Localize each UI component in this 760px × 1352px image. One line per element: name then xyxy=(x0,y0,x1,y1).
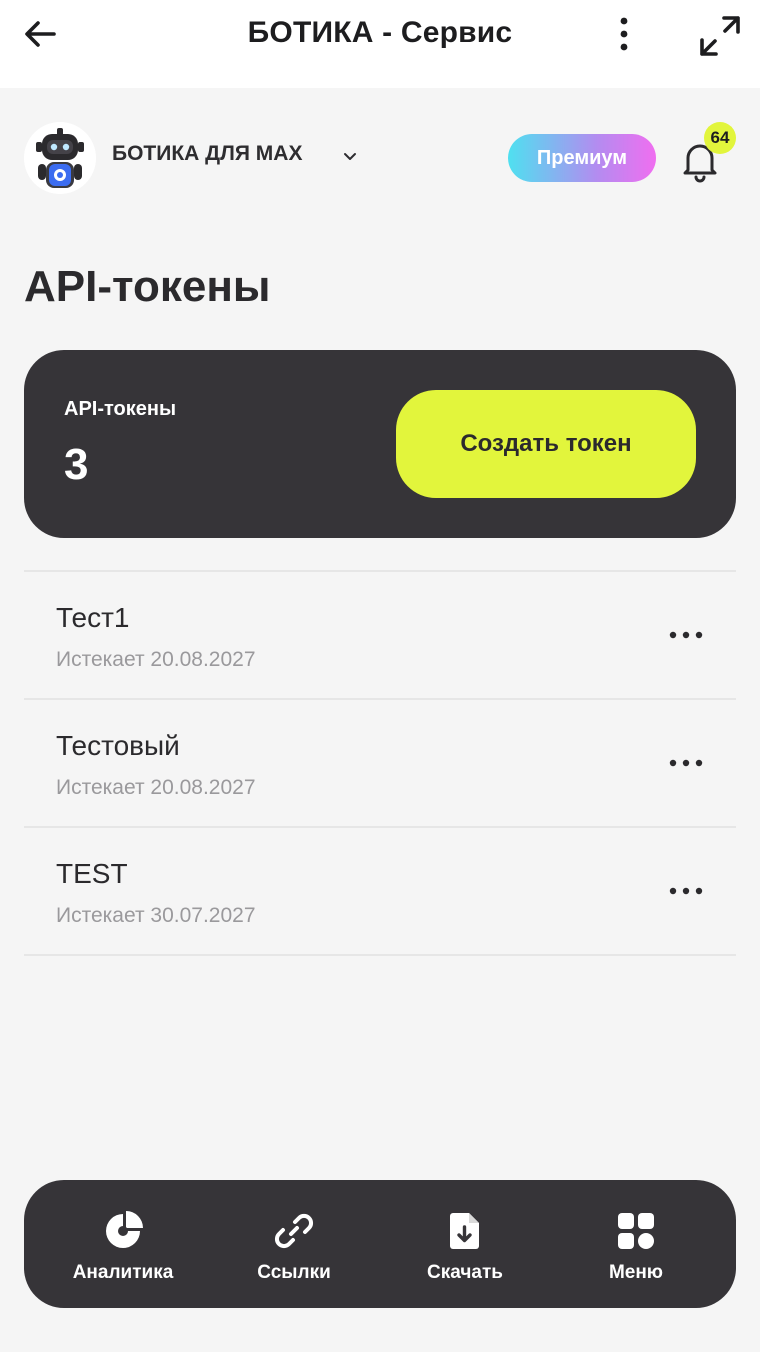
nav-item-analytics[interactable]: Аналитика xyxy=(38,1210,208,1286)
avatar[interactable] xyxy=(24,122,96,194)
page-title: API-токены xyxy=(24,262,271,311)
tokens-summary-label: API-токены xyxy=(64,398,177,420)
account-name[interactable]: БОТИКА ДЛЯ MAX xyxy=(112,142,302,166)
token-expiry: Истекает 30.07.2027 xyxy=(56,904,256,927)
list-item[interactable]: Тест1 Истекает 20.08.2027 xyxy=(24,572,736,700)
more-horizontal-icon[interactable] xyxy=(664,622,708,648)
token-expiry: Истекает 20.08.2027 xyxy=(56,648,256,671)
grid-menu-icon xyxy=(551,1210,721,1252)
top-bar: БОТИКА - Сервис xyxy=(0,0,760,88)
nav-label-download: Скачать xyxy=(427,1262,503,1283)
expand-icon[interactable] xyxy=(698,14,742,58)
premium-badge[interactable]: Премиум xyxy=(508,134,656,182)
token-expiry: Истекает 20.08.2027 xyxy=(56,776,256,799)
create-token-button[interactable]: Создать токен xyxy=(396,390,696,498)
token-name: Тестовый xyxy=(56,730,180,761)
chevron-down-icon[interactable] xyxy=(342,148,358,164)
nav-label-links: Ссылки xyxy=(257,1262,331,1283)
nav-label-menu: Меню xyxy=(608,1262,664,1283)
notification-count-badge: 64 xyxy=(704,122,736,154)
list-item[interactable]: TEST Истекает 30.07.2027 xyxy=(24,828,736,956)
nav-item-menu[interactable]: Меню xyxy=(551,1210,721,1286)
nav-item-download[interactable]: Скачать xyxy=(380,1210,550,1286)
bottom-nav: Аналитика Ссылки Скачать Меню xyxy=(24,1180,736,1308)
more-vertical-icon[interactable] xyxy=(606,14,642,54)
tokens-summary-card: API-токены 3 Создать токен xyxy=(24,350,736,538)
account-row: БОТИКА ДЛЯ MAX Премиум 64 xyxy=(24,122,736,194)
download-file-icon xyxy=(380,1210,550,1252)
more-horizontal-icon[interactable] xyxy=(664,750,708,776)
more-horizontal-icon[interactable] xyxy=(664,878,708,904)
token-name: Тест1 xyxy=(56,602,130,633)
token-name: TEST xyxy=(56,858,128,889)
list-item[interactable]: Тестовый Истекает 20.08.2027 xyxy=(24,700,736,828)
tokens-count: 3 xyxy=(64,440,89,489)
pie-chart-icon xyxy=(38,1210,208,1252)
app-title: БОТИКА - Сервис xyxy=(247,16,513,49)
link-icon xyxy=(209,1210,379,1252)
token-list: Тест1 Истекает 20.08.2027 Тестовый Истек… xyxy=(24,570,736,956)
nav-label-analytics: Аналитика xyxy=(72,1262,174,1283)
nav-item-links[interactable]: Ссылки xyxy=(209,1210,379,1286)
